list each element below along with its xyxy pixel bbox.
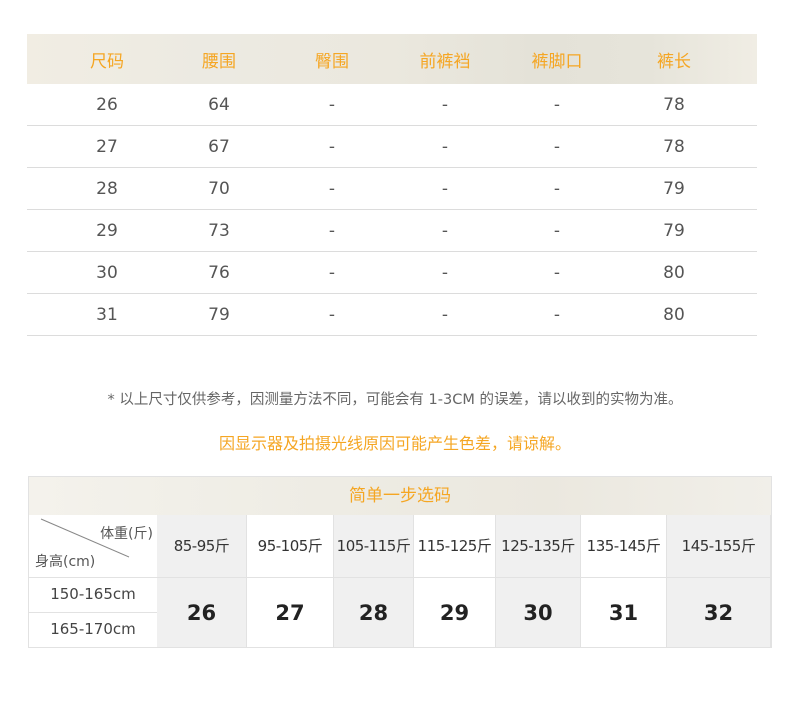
cell-front-rise: -: [441, 220, 449, 241]
size-table: 尺码 腰围 臀围 前裤裆 裤脚口 裤长 26 64 - - - 78 27 67 - - - 78 28…: [27, 34, 757, 336]
recommended-size: 29: [439, 601, 470, 625]
header-size: 尺码: [90, 51, 124, 72]
cell-hip: -: [328, 178, 336, 199]
cell-hip: -: [328, 136, 336, 157]
cell-leg-opening: -: [553, 262, 561, 283]
table-row: 26 64 - - - 78: [27, 84, 757, 126]
cell-size: 26: [96, 94, 118, 115]
cell-leg-opening: -: [553, 304, 561, 325]
cell-size: 27: [96, 136, 118, 157]
weight-range: 125-135斤: [496, 515, 580, 578]
header-length: 裤长: [657, 51, 691, 72]
weight-column: 95-105斤 27: [247, 515, 334, 647]
quick-select-title: 简单一步选码: [29, 477, 771, 515]
quick-size-selector: 简单一步选码 体重(斤) 身高(cm) 150-165cm 165-170cm …: [28, 476, 772, 648]
recommended-size: 26: [186, 601, 217, 625]
quick-select-grid: 体重(斤) 身高(cm) 150-165cm 165-170cm 85-95斤 2…: [29, 515, 771, 647]
cell-waist: 79: [208, 304, 230, 325]
cell-waist: 73: [208, 220, 230, 241]
recommended-size: 32: [703, 601, 734, 625]
height-range-2: 165-170cm: [29, 612, 158, 647]
table-row: 28 70 - - - 79: [27, 168, 757, 210]
cell-leg-opening: -: [553, 178, 561, 199]
weight-range: 105-115斤: [334, 515, 413, 578]
cell-length: 80: [663, 304, 685, 325]
cell-length: 78: [663, 136, 685, 157]
cell-front-rise: -: [441, 136, 449, 157]
weight-column: 85-95斤 26: [157, 515, 247, 647]
header-hip: 臀围: [315, 51, 349, 72]
height-header: 身高(cm): [35, 554, 96, 570]
cell-waist: 64: [208, 94, 230, 115]
cell-waist: 76: [208, 262, 230, 283]
weight-header: 体重(斤): [100, 526, 153, 542]
table-row: 27 67 - - - 78: [27, 126, 757, 168]
cell-front-rise: -: [441, 262, 449, 283]
weight-column: 105-115斤 28: [334, 515, 414, 647]
header-leg-opening: 裤脚口: [531, 51, 583, 72]
height-range-1: 150-165cm: [29, 577, 158, 613]
measurement-note: * 以上尺寸仅供参考，因测量方法不同，可能会有 1-3CM 的误差，请以收到的实…: [107, 392, 683, 408]
header-front-rise: 前裤裆: [419, 51, 471, 72]
weight-range: 95-105斤: [247, 515, 333, 578]
cell-leg-opening: -: [553, 94, 561, 115]
cell-front-rise: -: [441, 94, 449, 115]
weight-range: 135-145斤: [581, 515, 666, 578]
cell-hip: -: [328, 220, 336, 241]
cell-waist: 70: [208, 178, 230, 199]
cell-length: 79: [663, 178, 685, 199]
cell-leg-opening: -: [553, 220, 561, 241]
cell-front-rise: -: [441, 178, 449, 199]
cell-size: 28: [96, 178, 118, 199]
weight-column: 145-155斤 32: [667, 515, 771, 647]
size-table-header: 尺码 腰围 臀围 前裤裆 裤脚口 裤长: [27, 34, 757, 84]
weight-column: 115-125斤 29: [414, 515, 496, 647]
header-waist: 腰围: [202, 51, 236, 72]
corner-header: 体重(斤) 身高(cm): [29, 515, 158, 578]
cell-waist: 67: [208, 136, 230, 157]
table-row: 31 79 - - - 80: [27, 294, 757, 336]
weight-range: 115-125斤: [414, 515, 495, 578]
cell-size: 30: [96, 262, 118, 283]
weight-range: 85-95斤: [157, 515, 246, 578]
recommended-size: 28: [358, 601, 389, 625]
cell-leg-opening: -: [553, 136, 561, 157]
cell-size: 29: [96, 220, 118, 241]
cell-length: 79: [663, 220, 685, 241]
recommended-size: 31: [608, 601, 639, 625]
table-row: 29 73 - - - 79: [27, 210, 757, 252]
cell-length: 78: [663, 94, 685, 115]
color-warning: 因显示器及拍摄光线原因可能产生色差，请谅解。: [218, 434, 571, 453]
recommended-size: 30: [523, 601, 553, 625]
cell-hip: -: [328, 262, 336, 283]
weight-column: 135-145斤 31: [581, 515, 667, 647]
weight-column: 125-135斤 30: [496, 515, 581, 647]
recommended-size: 27: [275, 601, 305, 625]
cell-front-rise: -: [441, 304, 449, 325]
cell-length: 80: [663, 262, 685, 283]
table-row: 30 76 - - - 80: [27, 252, 757, 294]
weight-range: 145-155斤: [667, 515, 770, 578]
cell-hip: -: [328, 94, 336, 115]
cell-hip: -: [328, 304, 336, 325]
cell-size: 31: [96, 304, 118, 325]
